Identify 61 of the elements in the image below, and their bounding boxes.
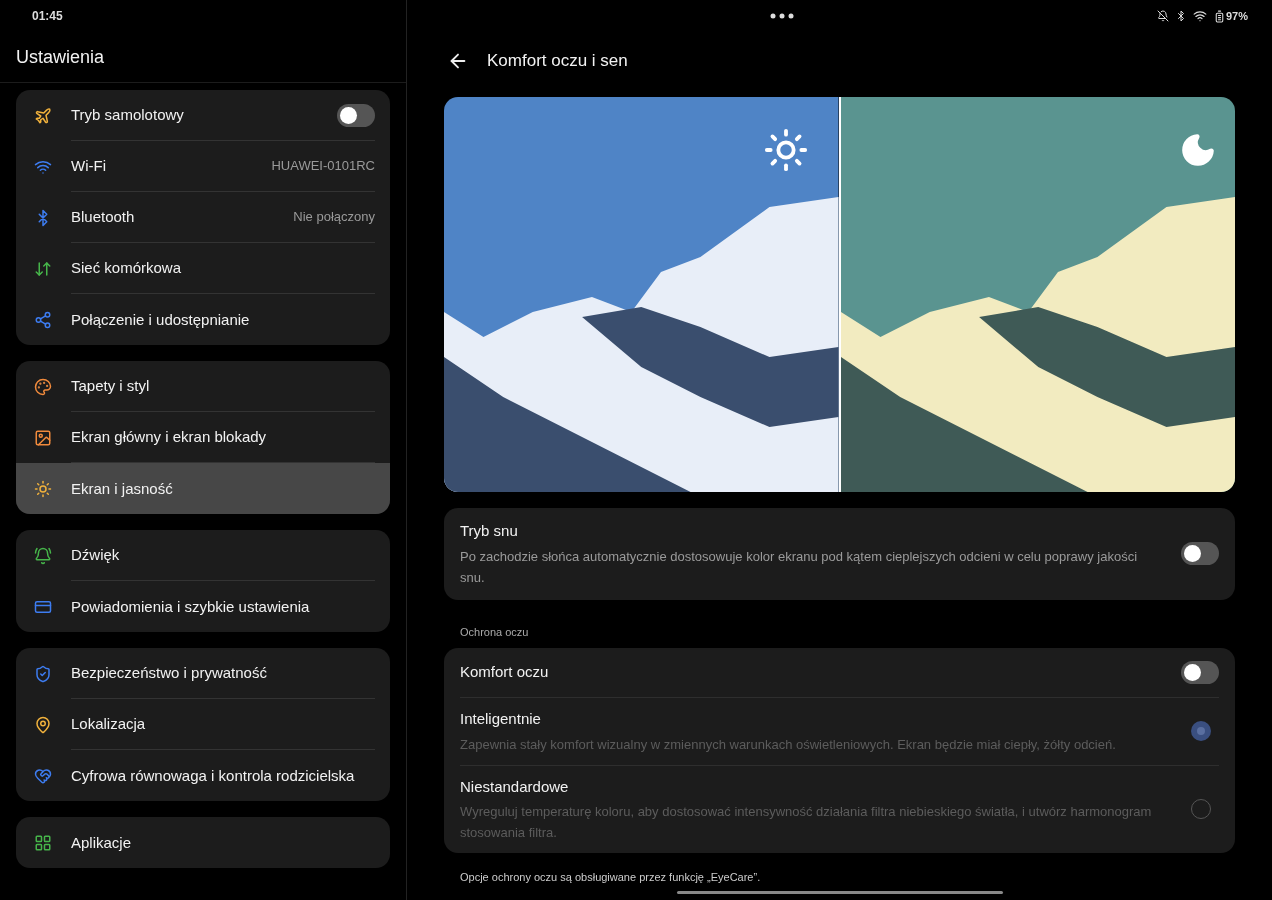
setting-title: Komfort oczu: [460, 662, 550, 683]
item-value: HUAWEI-0101RC: [271, 157, 375, 176]
settings-item[interactable]: Wi-Fi HUAWEI-0101RC: [16, 141, 390, 192]
item-label: Ekran główny i ekran blokady: [71, 427, 268, 447]
palette-icon: [34, 377, 52, 396]
footnote: Opcje ochrony oczu są obsługiwane przez funkcję „EyeCare”.: [460, 870, 762, 885]
setting-description: Po zachodzie słońca automatycznie dostosowuje kolor ekranu pod kątem cieplejszych odcieni w celu poprawy jakości snu.: [460, 547, 1139, 587]
item-label: Bezpieczeństwo i prywatność: [71, 663, 268, 683]
item-label: Tryb samolotowy: [71, 105, 185, 125]
item-label: Połączenie i udostępnianie: [71, 309, 251, 330]
status-time: 01:45: [32, 8, 63, 25]
item-label: Lokalizacja: [71, 714, 147, 734]
settings-item[interactable]: Tapety i styl: [16, 361, 390, 412]
airplane-icon: [34, 106, 52, 125]
sun-icon: [762, 127, 809, 173]
item-value: Nie połączony: [293, 208, 375, 227]
settings-item[interactable]: Dźwięk: [16, 530, 390, 581]
item-label: Cyfrowa równowaga i kontrola rodzicielska: [71, 765, 356, 786]
settings-item[interactable]: Sieć komórkowa: [16, 243, 390, 294]
option-description: Wyreguluj temperaturę koloru, aby dostosować intensywność działania filtra niebieskiego światła, i utwórz harmonogram stosowania filtra.: [460, 803, 1153, 842]
item-label: Aplikacje: [71, 832, 133, 853]
page-title: Komfort oczu i sen: [487, 50, 628, 73]
item-label: Wi-Fi: [71, 156, 107, 176]
bell-icon: [34, 546, 52, 565]
shield-icon: [34, 664, 52, 683]
item-label: Sieć komórkowa: [71, 258, 183, 278]
item-label: Dźwięk: [71, 545, 121, 565]
battery-level: 97%: [1225, 8, 1248, 24]
option-title: Inteligentnie: [460, 709, 542, 729]
section-label: Ochrona oczu: [460, 624, 530, 640]
settings-item[interactable]: Ekran i jasność: [16, 463, 390, 514]
option-description: Zapewnia stały komfort wizualny w zmiennych warunkach oświetleniowych. Ekran będzie miał ciepły, żółty odcień.: [460, 735, 1117, 754]
option-title: Niestandardowe: [460, 776, 570, 797]
share-icon: [34, 310, 52, 329]
settings-item[interactable]: Cyfrowa równowaga i kontrola rodzicielska: [16, 750, 390, 801]
more-dots-icon[interactable]: [770, 13, 794, 19]
toggle-switch[interactable]: [1181, 542, 1219, 566]
settings-item[interactable]: Tryb samolotowy: [16, 90, 390, 141]
toggle-switch[interactable]: [1181, 661, 1219, 684]
image-icon: [34, 428, 52, 447]
item-label: Bluetooth: [71, 207, 136, 227]
item-label: Powiadomienia i szybkie ustawienia: [71, 596, 311, 617]
wifi-icon: [1192, 9, 1207, 23]
sun-icon: [34, 479, 52, 498]
moon-icon: [1179, 131, 1217, 169]
settings-item[interactable]: Powiadomienia i szybkie ustawienia: [16, 581, 390, 632]
grid-icon: [34, 833, 52, 852]
item-label: Tapety i styl: [71, 376, 151, 396]
settings-item[interactable]: Lokalizacja: [16, 699, 390, 750]
bell-off-icon: [1156, 10, 1169, 22]
arrows-icon: [34, 259, 52, 278]
item-label: Ekran i jasność: [71, 478, 174, 499]
settings-item[interactable]: Bluetooth Nie połączony: [16, 192, 390, 243]
settings-item[interactable]: Aplikacje: [16, 817, 390, 868]
setting-title: Tryb snu: [460, 521, 519, 541]
hands-icon: [34, 766, 52, 785]
toggle-switch[interactable]: [337, 103, 375, 127]
settings-item[interactable]: Połączenie i udostępnianie: [16, 294, 390, 345]
location-pin-icon: [34, 715, 52, 734]
sidebar-title: Ustawienia: [16, 45, 105, 69]
settings-item[interactable]: Bezpieczeństwo i prywatność: [16, 648, 390, 699]
